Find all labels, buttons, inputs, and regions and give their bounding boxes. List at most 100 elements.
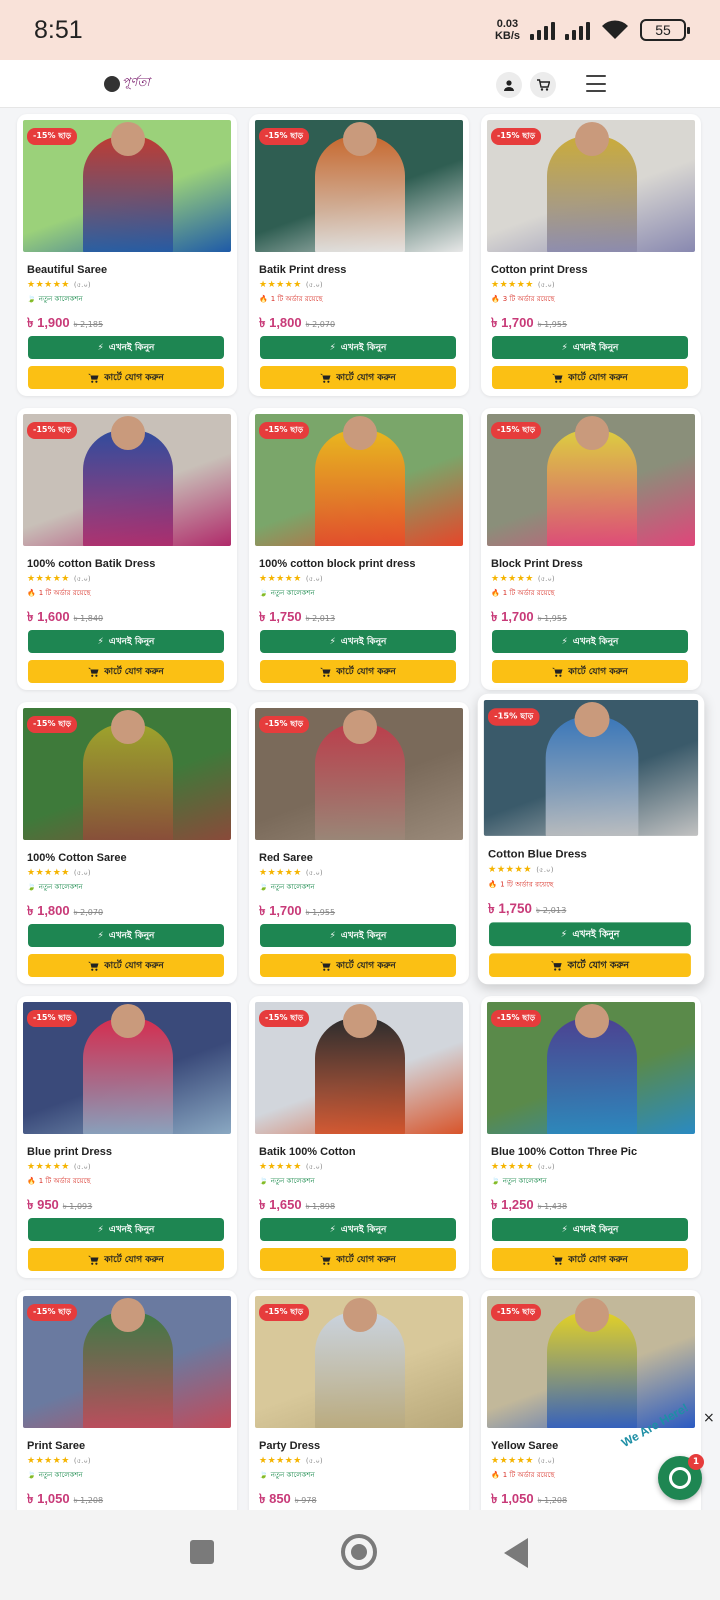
product-name[interactable]: Cotton Blue Dress [484, 848, 698, 860]
buy-now-button[interactable]: ⚡ এখনই কিনুন [492, 1218, 688, 1241]
product-image[interactable]: -15% ছাড় [487, 414, 695, 546]
buy-now-label: এখনই কিনুন [572, 929, 620, 940]
product-name[interactable]: Batik Print dress [255, 264, 463, 276]
product-image[interactable]: -15% ছাড় [255, 120, 463, 252]
recents-button[interactable] [190, 1540, 214, 1564]
add-to-cart-button[interactable]: কার্টে যোগ করুন [28, 1248, 224, 1271]
product-card-4[interactable]: -15% ছাড় 100% cotton Batik Dress ★★★★★ … [17, 408, 237, 690]
product-image[interactable]: -15% ছাড় [487, 1296, 695, 1428]
product-card-2[interactable]: -15% ছাড় Batik Print dress ★★★★★ (৫.০) … [249, 114, 469, 396]
product-card-10[interactable]: -15% ছাড় Blue print Dress ★★★★★ (৫.০) 🔥… [17, 996, 237, 1278]
product-image[interactable]: -15% ছাড় [487, 1002, 695, 1134]
product-name[interactable]: Batik 100% Cotton [255, 1146, 463, 1158]
product-image-model [343, 1298, 377, 1332]
add-to-cart-button[interactable]: কার্টে যোগ করুন [28, 366, 224, 389]
back-button[interactable] [504, 1538, 528, 1568]
add-to-cart-button[interactable]: কার্টে যোগ করুন [28, 660, 224, 683]
status-time: 8:51 [34, 15, 83, 44]
buy-now-button[interactable]: ⚡ এখনই কিনুন [260, 630, 456, 653]
cart-button[interactable] [530, 72, 556, 98]
buy-now-button[interactable]: ⚡ এখনই কিনুন [28, 336, 224, 359]
product-name[interactable]: Print Saree [23, 1440, 231, 1452]
buy-now-button[interactable]: ⚡ এখনই কিনুন [260, 336, 456, 359]
buy-now-button[interactable]: ⚡ এখনই কিনুন [260, 924, 456, 947]
add-to-cart-label: কার্টে যোগ করুন [336, 1255, 396, 1265]
product-name[interactable]: Block Print Dress [487, 558, 695, 570]
buy-now-label: এখনই কিনুন [572, 637, 619, 647]
home-button[interactable] [341, 1534, 377, 1570]
add-to-cart-button[interactable]: কার্টে যোগ করুন [260, 954, 456, 977]
product-name[interactable]: Party Dress [255, 1440, 463, 1452]
product-card-7[interactable]: -15% ছাড় 100% Cotton Saree ★★★★★ (৫.০) … [17, 702, 237, 984]
cart-icon [88, 1255, 99, 1265]
product-image[interactable]: -15% ছাড় [23, 1296, 231, 1428]
product-image[interactable]: -15% ছাড় [255, 1296, 463, 1428]
current-price: ৳ 1,250 [491, 1197, 534, 1212]
product-image[interactable]: -15% ছাড় [23, 1002, 231, 1134]
rating-value: (৫.০) [73, 869, 91, 877]
add-to-cart-button[interactable]: কার্টে যোগ করুন [492, 1248, 688, 1271]
product-image-model [111, 1298, 145, 1332]
product-name[interactable]: 100% cotton Batik Dress [23, 558, 231, 570]
product-image[interactable]: -15% ছাড় [255, 708, 463, 840]
original-price: ৳ 1,438 [537, 1202, 568, 1211]
product-card-8[interactable]: -15% ছাড় Red Saree ★★★★★ (৫.০) 🍃 নতুন ক… [249, 702, 469, 984]
cart-icon [536, 79, 550, 91]
original-price: ৳ 1,093 [62, 1202, 93, 1211]
buy-now-button[interactable]: ⚡ এখনই কিনুন [28, 630, 224, 653]
product-card-11[interactable]: -15% ছাড় Batik 100% Cotton ★★★★★ (৫.০) … [249, 996, 469, 1278]
chat-close-icon[interactable]: × [703, 1410, 715, 1426]
current-price: ৳ 1,600 [27, 609, 70, 624]
product-name[interactable]: Blue print Dress [23, 1146, 231, 1158]
add-to-cart-button[interactable]: কার্টে যোগ করুন [260, 660, 456, 683]
product-image[interactable]: -15% ছাড় [255, 1002, 463, 1134]
product-card-12[interactable]: -15% ছাড় Blue 100% Cotton Three Pic ★★★… [481, 996, 701, 1278]
product-name[interactable]: 100% cotton block print dress [255, 558, 463, 570]
original-price: ৳ 2,070 [73, 908, 104, 917]
product-card-6[interactable]: -15% ছাড় Block Print Dress ★★★★★ (৫.০) … [481, 408, 701, 690]
buy-now-button[interactable]: ⚡ এখনই কিনুন [489, 922, 691, 947]
add-to-cart-button[interactable]: কার্টে যোগ করুন [260, 1248, 456, 1271]
star-rating-icon: ★★★★★ [491, 574, 534, 584]
product-image[interactable]: -15% ছাড় [255, 414, 463, 546]
add-to-cart-button[interactable]: কার্টে যোগ করুন [260, 366, 456, 389]
product-card-5[interactable]: -15% ছাড় 100% cotton block print dress … [249, 408, 469, 690]
menu-icon[interactable] [586, 75, 606, 92]
buy-now-button[interactable]: ⚡ এখনই কিনুন [260, 1218, 456, 1241]
add-to-cart-button[interactable]: কার্টে যোগ করুন [489, 953, 691, 978]
add-to-cart-label: কার্টে যোগ করুন [568, 373, 628, 383]
product-image[interactable]: -15% ছাড় [23, 120, 231, 252]
product-name[interactable]: 100% Cotton Saree [23, 852, 231, 864]
product-card-3[interactable]: -15% ছাড় Cotton print Dress ★★★★★ (৫.০)… [481, 114, 701, 396]
buy-now-button[interactable]: ⚡ এখনই কিনুন [492, 336, 688, 359]
product-name[interactable]: Cotton print Dress [487, 264, 695, 276]
buy-now-label: এখনই কিনুন [340, 931, 387, 941]
add-to-cart-button[interactable]: কার্টে যোগ করুন [492, 660, 688, 683]
site-logo[interactable]: পূর্ণতা [104, 73, 150, 95]
product-image[interactable]: -15% ছাড় [483, 699, 699, 836]
user-button[interactable] [496, 72, 522, 98]
rating-value: (৫.০) [537, 281, 555, 289]
add-to-cart-button[interactable]: কার্টে যোগ করুন [492, 366, 688, 389]
product-name[interactable]: Yellow Saree [487, 1440, 695, 1452]
tag-text: 1 টি অর্ডার রয়েছে [502, 588, 555, 597]
product-name[interactable]: Beautiful Saree [23, 264, 231, 276]
product-name[interactable]: Red Saree [255, 852, 463, 864]
buy-now-button[interactable]: ⚡ এখনই কিনুন [28, 1218, 224, 1241]
product-image[interactable]: -15% ছাড় [23, 414, 231, 546]
add-to-cart-button[interactable]: কার্টে যোগ করুন [28, 954, 224, 977]
tag-text: 1 টি অর্ডার রয়েছে [500, 879, 554, 888]
product-card-1[interactable]: -15% ছাড় Beautiful Saree ★★★★★ (৫.০) 🍃 … [17, 114, 237, 396]
chat-button[interactable]: 1 [658, 1454, 704, 1500]
buy-now-button[interactable]: ⚡ এখনই কিনুন [28, 924, 224, 947]
cart-icon [320, 373, 331, 383]
product-name[interactable]: Blue 100% Cotton Three Pic [487, 1146, 695, 1158]
product-tag: 🍃 নতুন কালেকশন [23, 881, 231, 892]
product-image[interactable]: -15% ছাড় [23, 708, 231, 840]
product-image[interactable]: -15% ছাড় [487, 120, 695, 252]
leaf-icon: 🍃 [259, 1176, 268, 1185]
rating-value: (৫.০) [73, 575, 91, 583]
star-rating-icon: ★★★★★ [491, 280, 534, 290]
product-card-9[interactable]: -15% ছাড় Cotton Blue Dress ★★★★★ (৫.০) … [477, 693, 705, 985]
buy-now-button[interactable]: ⚡ এখনই কিনুন [492, 630, 688, 653]
